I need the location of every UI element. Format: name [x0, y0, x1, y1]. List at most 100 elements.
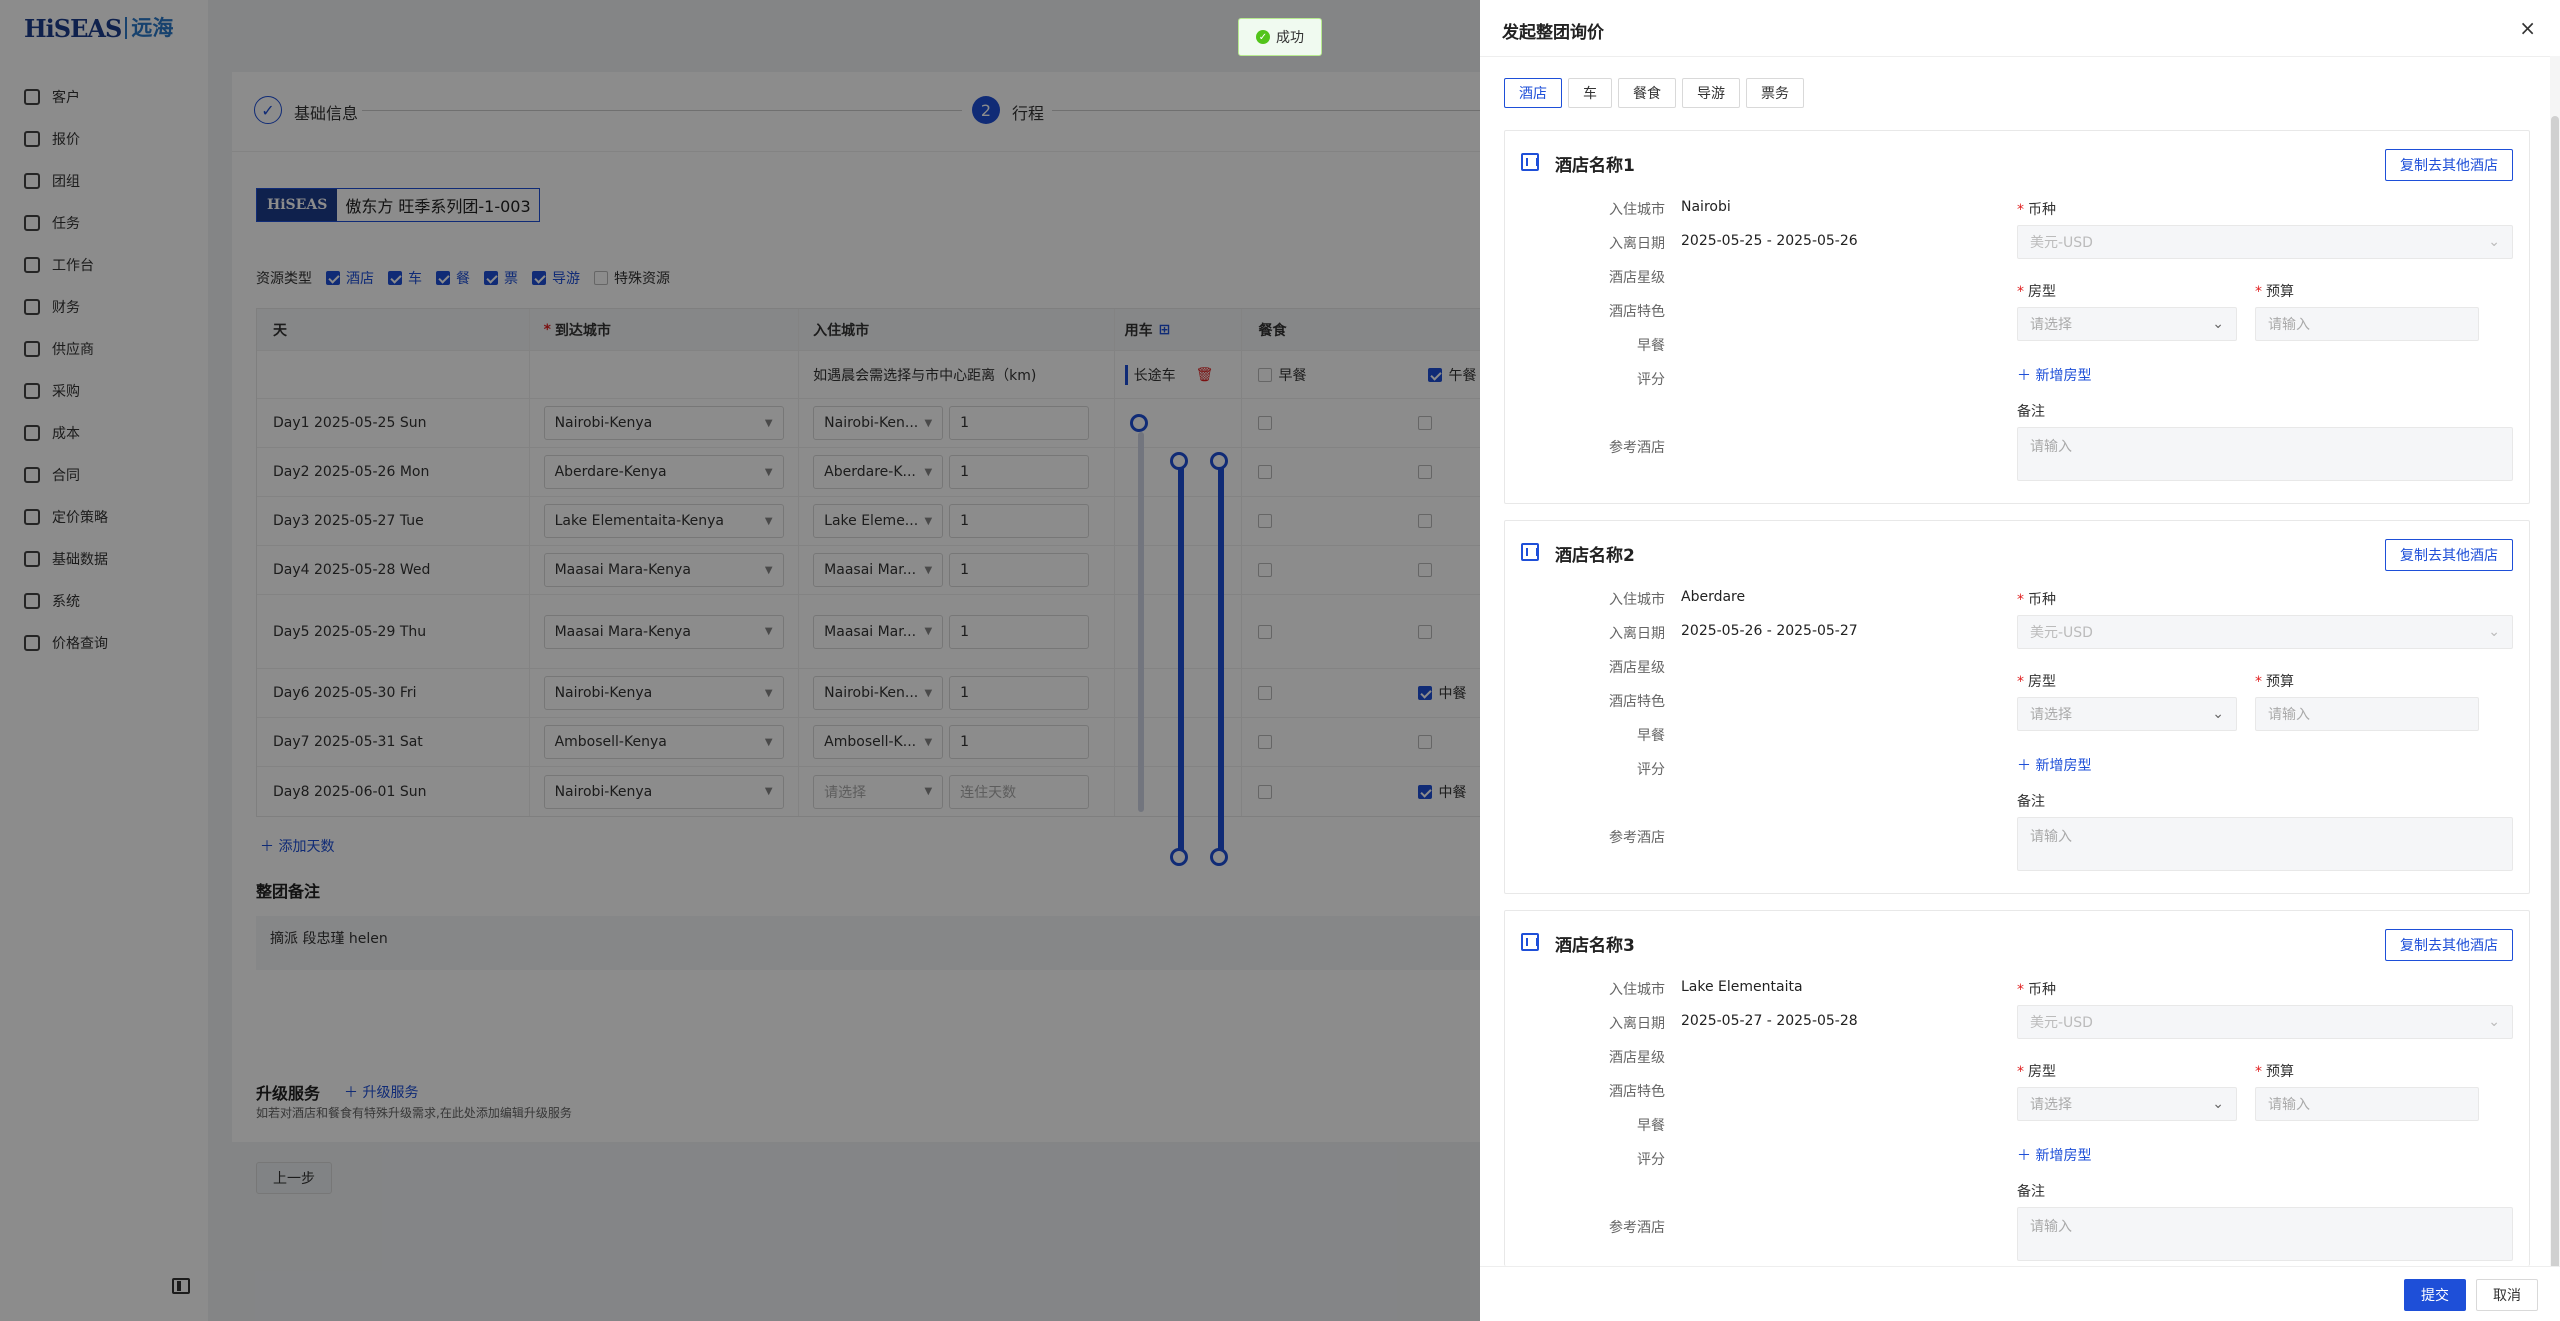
add-room-type-button[interactable]: ＋ 新增房型: [2017, 1145, 2091, 1165]
label-currency: * 币种: [2017, 202, 2056, 218]
label-rating: 评分: [1637, 1152, 1665, 1168]
drawer-tabs: 酒店 车 餐食 导游 票务: [1504, 78, 1804, 108]
submit-button[interactable]: 提交: [2404, 1279, 2466, 1311]
tab-ticket[interactable]: 票务: [1746, 78, 1804, 108]
label-feature: 酒店特色: [1609, 304, 1665, 320]
hotel-name: 酒店名称3: [1555, 936, 1635, 956]
label-breakfast: 早餐: [1637, 338, 1665, 354]
hotel-card: 酒店名称1 复制去其他酒店 入住城市 Nairobi 入离日期 2025-05-…: [1504, 130, 2530, 504]
copy-to-other-hotels-button[interactable]: 复制去其他酒店: [2385, 539, 2513, 571]
label-budget-text: 预算: [2266, 1064, 2294, 1080]
label-date: 入离日期: [1609, 236, 1665, 252]
label-ref-hotel: 参考酒店: [1609, 1220, 1665, 1236]
room-select[interactable]: 请选择 ⌄: [2017, 697, 2237, 731]
note-textarea[interactable]: 请输入: [2017, 427, 2513, 481]
label-rating: 评分: [1637, 372, 1665, 388]
room-select[interactable]: 请选择 ⌄: [2017, 307, 2237, 341]
add-room-type-button[interactable]: ＋ 新增房型: [2017, 365, 2091, 385]
label-currency: * 币种: [2017, 592, 2056, 608]
label-breakfast: 早餐: [1637, 728, 1665, 744]
copy-to-other-hotels-button[interactable]: 复制去其他酒店: [2385, 929, 2513, 961]
currency-select[interactable]: 美元-USD ⌄: [2017, 1005, 2513, 1039]
label-room-text: 房型: [2028, 284, 2056, 300]
note-textarea[interactable]: 请输入: [2017, 817, 2513, 871]
label-room: * 房型: [2017, 284, 2056, 300]
label-city: 入住城市: [1609, 202, 1665, 218]
chevron-down-icon: ⌄: [2488, 234, 2500, 250]
chevron-down-icon: ⌄: [2488, 624, 2500, 640]
label-date: 入离日期: [1609, 626, 1665, 642]
value-date: 2025-05-26 - 2025-05-27: [1681, 623, 1858, 639]
label-rating: 评分: [1637, 762, 1665, 778]
room-placeholder: 请选择: [2030, 317, 2072, 333]
value-city: Aberdare: [1681, 589, 1746, 605]
label-budget: * 预算: [2255, 284, 2294, 300]
label-breakfast: 早餐: [1637, 1118, 1665, 1134]
tab-meal[interactable]: 餐食: [1618, 78, 1676, 108]
close-icon[interactable]: ×: [2519, 16, 2536, 40]
label-budget-text: 预算: [2266, 674, 2294, 690]
budget-input[interactable]: 请输入: [2255, 307, 2479, 341]
drawer-title: 发起整团询价: [1502, 23, 1604, 43]
hotel-name: 酒店名称1: [1555, 156, 1635, 176]
label-note: 备注: [2017, 794, 2045, 810]
building-icon: [1521, 933, 1539, 951]
label-room-text: 房型: [2028, 674, 2056, 690]
copy-to-other-hotels-button[interactable]: 复制去其他酒店: [2385, 149, 2513, 181]
drawer-scrollbar[interactable]: [2550, 56, 2560, 1316]
label-city: 入住城市: [1609, 982, 1665, 998]
value-date: 2025-05-27 - 2025-05-28: [1681, 1013, 1858, 1029]
label-ref-hotel: 参考酒店: [1609, 440, 1665, 456]
room-placeholder: 请选择: [2030, 1097, 2072, 1113]
room-select[interactable]: 请选择 ⌄: [2017, 1087, 2237, 1121]
value-city: Nairobi: [1681, 199, 1731, 215]
label-currency-text: 币种: [2028, 202, 2056, 218]
hotel-name: 酒店名称2: [1555, 546, 1635, 566]
label-currency: * 币种: [2017, 982, 2056, 998]
currency-value: 美元-USD: [2030, 1015, 2093, 1031]
label-room-text: 房型: [2028, 1064, 2056, 1080]
chevron-down-icon: ⌄: [2212, 316, 2224, 332]
label-budget: * 预算: [2255, 1064, 2294, 1080]
currency-value: 美元-USD: [2030, 235, 2093, 251]
budget-input[interactable]: 请输入: [2255, 697, 2479, 731]
check-circle-icon: ✓: [1256, 30, 1270, 44]
drawer-footer: 提交 取消: [1480, 1266, 2560, 1321]
note-textarea[interactable]: 请输入: [2017, 1207, 2513, 1261]
chevron-down-icon: ⌄: [2212, 706, 2224, 722]
scroll-thumb[interactable]: [2551, 116, 2559, 1316]
toast-text: 成功: [1276, 30, 1304, 46]
room-placeholder: 请选择: [2030, 707, 2072, 723]
label-ref-hotel: 参考酒店: [1609, 830, 1665, 846]
chevron-down-icon: ⌄: [2212, 1096, 2224, 1112]
label-star: 酒店星级: [1609, 1050, 1665, 1066]
currency-select[interactable]: 美元-USD ⌄: [2017, 225, 2513, 259]
currency-select[interactable]: 美元-USD ⌄: [2017, 615, 2513, 649]
label-city: 入住城市: [1609, 592, 1665, 608]
hotel-card: 酒店名称2 复制去其他酒店 入住城市 Aberdare 入离日期 2025-05…: [1504, 520, 2530, 894]
value-date: 2025-05-25 - 2025-05-26: [1681, 233, 1858, 249]
hotel-card: 酒店名称3 复制去其他酒店 入住城市 Lake Elementaita 入离日期…: [1504, 910, 2530, 1266]
tab-hotel[interactable]: 酒店: [1504, 78, 1562, 108]
label-currency-text: 币种: [2028, 982, 2056, 998]
budget-input[interactable]: 请输入: [2255, 1087, 2479, 1121]
add-room-type-button[interactable]: ＋ 新增房型: [2017, 755, 2091, 775]
label-star: 酒店星级: [1609, 270, 1665, 286]
label-feature: 酒店特色: [1609, 1084, 1665, 1100]
tab-car[interactable]: 车: [1568, 78, 1612, 108]
label-feature: 酒店特色: [1609, 694, 1665, 710]
label-date: 入离日期: [1609, 1016, 1665, 1032]
building-icon: [1521, 543, 1539, 561]
divider: [1480, 56, 2560, 57]
inquiry-drawer: 发起整团询价 × 酒店 车 餐食 导游 票务 酒店名称1 复制去其他酒店 入住城…: [1480, 0, 2560, 1321]
tab-guide[interactable]: 导游: [1682, 78, 1740, 108]
success-toast: ✓ 成功: [1238, 18, 1322, 56]
label-currency-text: 币种: [2028, 592, 2056, 608]
label-note: 备注: [2017, 1184, 2045, 1200]
chevron-down-icon: ⌄: [2488, 1014, 2500, 1030]
label-room: * 房型: [2017, 1064, 2056, 1080]
building-icon: [1521, 153, 1539, 171]
cancel-button[interactable]: 取消: [2476, 1279, 2538, 1311]
label-budget-text: 预算: [2266, 284, 2294, 300]
label-star: 酒店星级: [1609, 660, 1665, 676]
